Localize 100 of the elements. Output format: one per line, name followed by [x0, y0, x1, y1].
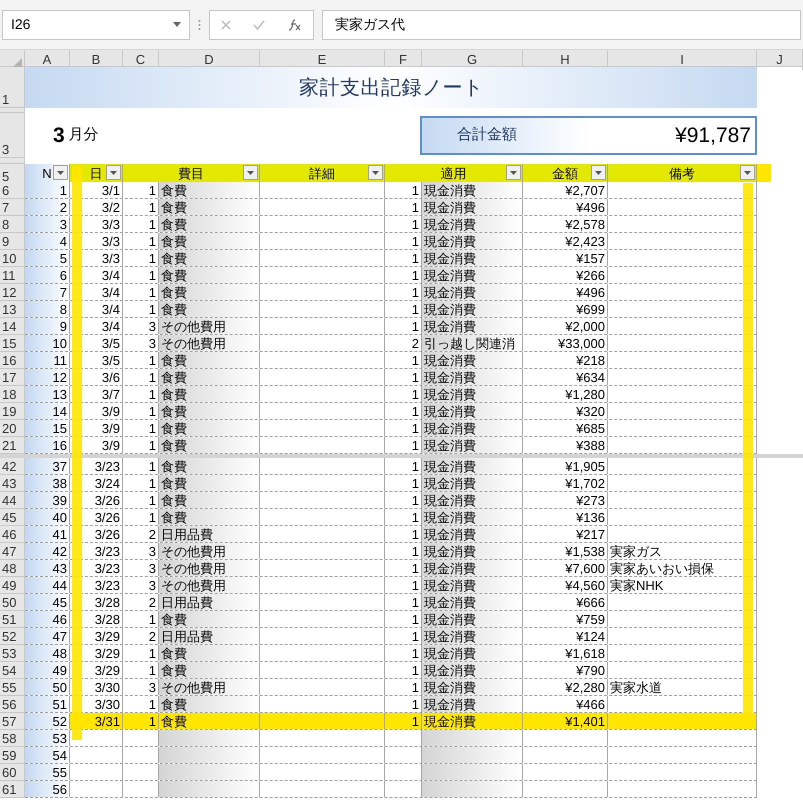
row-header[interactable]: 56 [0, 696, 25, 713]
row-header[interactable]: 52 [0, 628, 25, 645]
table-cell: 1 [385, 182, 422, 198]
filter-button[interactable] [243, 165, 258, 180]
table-cell: 12 [25, 369, 70, 385]
row-header[interactable]: 1 [0, 67, 25, 108]
table-cell: 現金消費 [422, 284, 523, 300]
row-header[interactable]: 7 [0, 199, 25, 216]
table-cell: 49 [25, 662, 70, 678]
table-cell: ¥2,707 [523, 182, 608, 198]
table-cell: 15 [25, 420, 70, 436]
row-header[interactable]: 47 [0, 543, 25, 560]
table-cell: 41 [25, 526, 70, 542]
table-cell: 10 [25, 335, 70, 351]
row-header[interactable]: 54 [0, 662, 25, 679]
row-header[interactable]: 45 [0, 509, 25, 526]
table-cell: 食費 [159, 216, 260, 232]
table-cell: 50 [25, 679, 70, 695]
table-cell: 食費 [159, 233, 260, 249]
table-cell: 56 [25, 781, 70, 797]
table-cell: 現金消費 [422, 594, 523, 610]
row-header[interactable]: 12 [0, 284, 25, 301]
table-cell: 8 [25, 301, 70, 317]
table-cell: 日用品費 [159, 628, 260, 644]
table-cell: 食費 [159, 199, 260, 215]
row-header[interactable]: 21 [0, 437, 25, 454]
row-header[interactable]: 48 [0, 560, 25, 577]
table-cell: その他費用 [159, 679, 260, 695]
table-cell: 食費 [159, 403, 260, 419]
row-header[interactable]: 59 [0, 747, 25, 764]
row-header[interactable]: 46 [0, 526, 25, 543]
table-cell: 現金消費 [422, 611, 523, 627]
row-header[interactable]: 15 [0, 335, 25, 352]
table-cell: 14 [25, 403, 70, 419]
row-header[interactable]: 44 [0, 492, 25, 509]
row-header[interactable]: 19 [0, 403, 25, 420]
table-cell: 食費 [159, 645, 260, 661]
table-cell: 食費 [159, 386, 260, 402]
cell-reference: I26 [11, 15, 30, 34]
row-header[interactable]: 6 [0, 182, 25, 199]
check-icon[interactable] [253, 20, 266, 30]
function-icon[interactable] [288, 18, 302, 30]
filter-button[interactable] [106, 165, 121, 180]
table-cell: 37 [25, 458, 70, 474]
row-header[interactable]: 20 [0, 420, 25, 437]
row-header[interactable]: 10 [0, 250, 25, 267]
row-header[interactable]: 16 [0, 352, 25, 369]
filter-button[interactable] [506, 165, 521, 180]
row-header[interactable]: 8 [0, 216, 25, 233]
table-cell: 46 [25, 611, 70, 627]
table-cell: 引っ越し関連消 [422, 335, 523, 351]
row-header[interactable]: 51 [0, 611, 25, 628]
row-header[interactable]: 13 [0, 301, 25, 318]
month-number: 3 [53, 122, 65, 149]
row-header[interactable]: 9 [0, 233, 25, 250]
row-header[interactable]: 18 [0, 386, 25, 403]
table-cell: 食費 [159, 611, 260, 627]
table-cell: 47 [25, 628, 70, 644]
table-cell: 食費 [159, 458, 260, 474]
row-header[interactable]: 60 [0, 764, 25, 781]
formula-field[interactable]: 実家ガス代 [322, 10, 801, 40]
table-cell: 40 [25, 509, 70, 525]
row-header[interactable]: 42 [0, 458, 25, 475]
row-header[interactable]: 49 [0, 577, 25, 594]
filter-button[interactable] [368, 165, 383, 180]
row-header[interactable]: 11 [0, 267, 25, 284]
filter-button[interactable] [591, 165, 606, 180]
row-header[interactable]: 43 [0, 475, 25, 492]
table-cell: 食費 [159, 713, 260, 729]
table-cell: 食費 [159, 301, 260, 317]
month-label: 月分 [68, 125, 99, 146]
table-cell: 食費 [159, 284, 260, 300]
name-box[interactable]: I26 [2, 10, 190, 40]
row-header[interactable]: 17 [0, 369, 25, 386]
row-header[interactable]: 50 [0, 594, 25, 611]
filter-button[interactable] [53, 165, 68, 180]
row-header[interactable]: 57 [0, 713, 25, 730]
table-cell: 7 [25, 284, 70, 300]
table-cell: 現金消費 [422, 420, 523, 436]
row-header[interactable]: 53 [0, 645, 25, 662]
caret-icon [110, 170, 117, 174]
table-cell: 食費 [159, 662, 260, 678]
row-header[interactable]: 61 [0, 781, 25, 798]
table-cell: 現金消費 [422, 301, 523, 317]
table-cell: ¥1,401 [523, 713, 608, 729]
table-cell: 45 [25, 594, 70, 610]
table-cell: 4 [25, 233, 70, 249]
filter-button[interactable] [740, 165, 755, 180]
table-cell: 53 [25, 730, 70, 746]
table-cell: 現金消費 [422, 509, 523, 525]
table-cell: 現金消費 [422, 403, 523, 419]
row-header[interactable]: 14 [0, 318, 25, 335]
table-cell: 食費 [159, 696, 260, 712]
table-cell: 食費 [159, 369, 260, 385]
row-header[interactable]: 55 [0, 679, 25, 696]
row-header[interactable]: 3 [0, 113, 25, 158]
row-header[interactable]: 58 [0, 730, 25, 747]
table-cell: 食費 [159, 267, 260, 283]
table-cell: 食費 [159, 509, 260, 525]
table-cell: 現金消費 [422, 662, 523, 678]
